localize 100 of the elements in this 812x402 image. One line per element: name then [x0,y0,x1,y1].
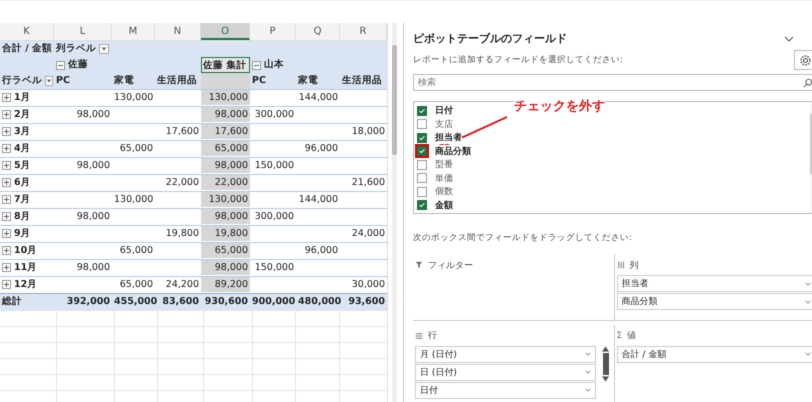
scrollbar-thumb[interactable] [392,45,397,155]
checkbox[interactable] [417,132,427,143]
category-label: 家電 [297,74,319,88]
search-field[interactable]: 検索 [413,74,812,91]
field-chip[interactable]: 合計 / 金額 [616,346,812,362]
field-chip[interactable]: 日 (日付) [415,364,596,380]
columns-icon [616,261,624,269]
row-label: 11月 [14,261,38,275]
value-label: 合計 / 金額 [1,42,54,56]
filter-dropdown[interactable] [99,44,109,54]
rows-icon [415,332,423,340]
total-cell: 930,600 [204,296,248,307]
table-cell: 96,000 [304,143,338,154]
table-cell: 144,000 [298,92,338,103]
caret-icon [101,46,107,52]
column-labels: 列ラベル [56,42,96,56]
row-label: 12月 [14,278,38,292]
column-header[interactable]: L [54,23,112,40]
table-cell [201,73,250,89]
total-cell: 93,600 [348,296,385,307]
checkbox[interactable] [417,186,427,197]
area-title: 値 [627,330,636,342]
table-cell: 130,000 [201,192,250,207]
area-title: 列 [630,260,638,272]
table-cell: 98,000 [76,211,110,222]
table-cell: 150,000 [254,160,294,171]
table-cell: 98,000 [201,107,250,122]
column-header[interactable]: P [250,23,296,40]
row-label: 4月 [14,142,31,156]
row-label: 6月 [14,176,31,190]
collapse-icon[interactable] [252,60,261,70]
field-label: 担当者 [435,131,462,144]
category-label: 生活用品 [156,74,198,88]
field-chip[interactable]: 担当者 [616,275,812,292]
field-label: 商品分類 [435,144,471,158]
column-header[interactable]: O [201,23,250,40]
drag-prompt: 次のボックス間でフィールドをドラッグしてください: [413,232,633,244]
total-cell: 900,000 [252,296,296,307]
area-title: フィルター [428,260,473,272]
area-title: 行 [428,330,437,342]
field-prompt: レポートに追加するフィールドを選択してください: [413,54,623,66]
checkbox[interactable] [417,106,427,116]
table-cell: 98,000 [201,260,250,275]
total-cell: 392,000 [66,296,110,307]
table-cell: 130,000 [114,194,154,205]
sigma-icon: Σ [616,330,622,340]
filter-icon [415,261,423,269]
settings-button[interactable] [794,50,812,70]
table-cell: 150,000 [254,262,294,273]
chevron-down-icon [584,352,590,356]
column-header[interactable]: Q [296,23,340,40]
table-cell: 300,000 [254,211,294,222]
total-cell: 83,600 [162,296,199,307]
table-cell: 18,000 [352,126,385,137]
collapse-icon[interactable] [56,60,65,70]
row-label: 1月 [14,91,31,105]
table-cell: 24,200 [166,279,199,290]
column-header[interactable]: K [0,23,54,40]
total-cell: 455,000 [114,296,158,307]
table-cell: 65,000 [120,245,153,256]
group-total-cell[interactable]: 佐藤 集計 [201,57,250,73]
row-label: 2月 [14,108,31,122]
filter-dropdown[interactable] [45,76,53,86]
table-cell: 98,000 [76,109,110,120]
checkbox[interactable] [417,146,427,156]
column-header[interactable]: R [340,23,387,40]
total-label: 総計 [0,294,23,309]
annotation-text: チェックを外す [514,97,605,115]
table-cell: 98,000 [201,209,250,224]
table-cell: 21,600 [352,177,385,188]
highlight-box [415,144,429,158]
chevron-down-icon [584,388,590,392]
total-cell: 480,000 [298,296,342,307]
category-label: 生活用品 [340,74,383,88]
chevron-down-icon [805,300,811,304]
checkbox[interactable] [417,200,427,210]
field-chip[interactable]: 月 (日付) [415,346,596,362]
table-cell: 17,600 [201,124,250,139]
table-cell: 96,000 [304,245,338,256]
field-label: 支店 [435,118,453,131]
group-label: 佐藤 [68,58,88,72]
checkbox[interactable] [417,119,427,130]
column-header[interactable]: M [112,23,155,40]
field-label: 個数 [435,185,453,198]
checkbox[interactable] [417,160,427,170]
field-chip[interactable]: 日付 [415,382,596,398]
checkbox[interactable] [417,173,427,184]
chevron-down-icon [805,352,811,356]
table-cell: 130,000 [201,90,250,105]
field-label: 単価 [435,172,453,185]
field-chip[interactable]: 商品分類 [616,293,812,310]
caret-icon [46,78,52,84]
table-cell: 65,000 [120,279,153,290]
table-cell: 300,000 [254,109,294,120]
chevron-down-icon[interactable] [784,36,794,42]
table-cell: 19,800 [201,226,250,241]
category-label: PC [55,74,71,88]
table-cell: 22,000 [166,177,199,188]
table-cell: 98,000 [76,160,110,171]
category-label: PC [251,74,267,88]
